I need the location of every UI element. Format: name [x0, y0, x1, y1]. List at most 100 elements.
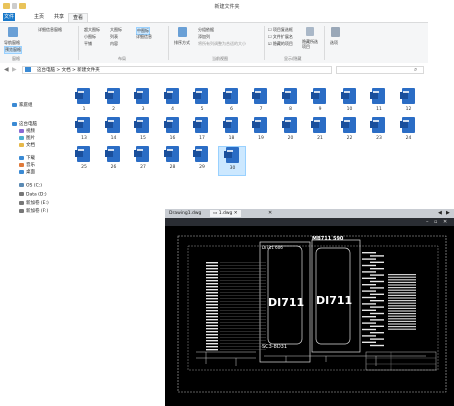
layout-large-icons[interactable]: 大图标 [110, 27, 122, 33]
file-item[interactable]: 19 [247, 117, 275, 147]
module-left-body [267, 245, 303, 345]
hide-selected-icon [306, 27, 314, 36]
file-item[interactable]: 13 [70, 117, 98, 147]
file-name: 1 [82, 107, 86, 112]
file-item[interactable]: 8 [277, 88, 305, 118]
word-document-icon [75, 146, 90, 162]
sidebar-item[interactable]: 家庭组 [12, 102, 33, 108]
add-columns-button[interactable]: 添加列 [198, 34, 210, 40]
file-extensions-toggle[interactable]: ☐ 文件扩展名 [268, 34, 293, 40]
layout-tiles[interactable]: 平铺 [84, 41, 92, 47]
file-item[interactable]: 26 [100, 146, 128, 176]
fit-columns-button[interactable]: 将所有列调整为合适的大小 [198, 41, 246, 47]
layout-content[interactable]: 内容 [110, 41, 118, 47]
file-name: 8 [289, 107, 292, 112]
sidebar-item-icon [19, 208, 24, 213]
file-item[interactable]: 14 [100, 117, 128, 147]
file-item[interactable]: 18 [218, 117, 246, 147]
file-item[interactable]: 6 [218, 88, 246, 118]
word-document-icon [104, 88, 120, 104]
back-arrow-icon[interactable]: ◀ [4, 66, 9, 73]
file-item[interactable]: 5 [188, 88, 216, 118]
word-document-icon [311, 88, 326, 104]
sidebar-item[interactable]: 下载 [19, 155, 35, 161]
file-item[interactable]: 11 [365, 88, 393, 118]
search-input[interactable] [336, 66, 424, 74]
sidebar-item[interactable]: 新加卷 (E:) [19, 200, 49, 206]
file-item[interactable]: 17 [188, 117, 216, 147]
layout-small-icons[interactable]: 小图标 [84, 34, 96, 40]
file-item[interactable]: 20 [277, 117, 305, 147]
layout-list[interactable]: 列表 [110, 34, 118, 40]
tab-home[interactable]: 主页 [30, 13, 48, 21]
sidebar-item[interactable]: 图片 [19, 135, 35, 141]
file-name: 28 [169, 165, 176, 170]
sidebar-item[interactable]: 文档 [19, 142, 35, 148]
ribbon-divider [324, 26, 325, 60]
group-label-show-hide: 显示/隐藏 [284, 56, 302, 61]
hidden-items-toggle[interactable]: ☑ 隐藏的项目 [268, 41, 293, 47]
tab-close-icon[interactable]: ✕ [268, 210, 272, 216]
layout-extra-large-icons[interactable]: 超大图标 [84, 27, 100, 33]
file-item[interactable]: 15 [129, 117, 157, 147]
file-name: 19 [258, 136, 264, 141]
file-item[interactable]: 24 [395, 117, 423, 147]
file-item[interactable]: 4 [159, 88, 187, 118]
sort-by-button[interactable]: 排序方式 [174, 40, 190, 46]
tab-scroll-right-icon[interactable]: ▶ [446, 210, 450, 216]
file-item[interactable]: 12 [395, 88, 423, 118]
tab-share[interactable]: 共享 [50, 13, 68, 21]
tab-view[interactable]: 查看 [68, 13, 89, 22]
tab-file[interactable]: 文件 [3, 13, 15, 21]
sidebar-item[interactable]: Data (D:) [19, 192, 47, 198]
sidebar-item-label: OS (C:) [26, 183, 42, 189]
file-item[interactable]: 9 [306, 88, 334, 118]
file-name: 15 [140, 136, 146, 141]
close-icon[interactable]: ✕ [443, 219, 447, 225]
file-item[interactable]: 23 [365, 117, 393, 147]
file-item[interactable]: 2 [100, 88, 128, 118]
word-document-icon [370, 88, 385, 104]
file-name: 21 [317, 136, 323, 141]
file-item[interactable]: 10 [336, 88, 364, 118]
group-label-layout: 布局 [118, 56, 126, 61]
file-item[interactable]: 30 [217, 146, 246, 176]
preview-pane-button[interactable]: 预览窗格 [4, 46, 22, 54]
address-bar[interactable]: 这台电脑 > 文档 > 新建文件夹 [22, 66, 332, 74]
forward-arrow-icon[interactable]: ▶ [12, 66, 17, 73]
cad-drawing[interactable]: DI711 606 DI711 MB711 590 DI711 SC3-8D31 [176, 234, 448, 394]
file-name: 5 [200, 107, 204, 112]
sidebar-item-label: 图片 [26, 136, 35, 141]
restore-icon[interactable]: ▫ [434, 219, 437, 225]
minimize-icon[interactable]: – [426, 219, 429, 225]
word-document-icon [281, 88, 297, 104]
file-item[interactable]: 3 [129, 88, 157, 118]
hide-selected-button[interactable]: 隐藏所选项目 [302, 39, 318, 49]
tab-dwg-1[interactable]: ▭ 1.dwg ✕ [210, 210, 241, 217]
file-item[interactable]: 28 [159, 146, 187, 176]
sidebar-item[interactable]: 这台电脑 [12, 121, 37, 127]
file-item[interactable]: 29 [188, 146, 216, 176]
sidebar-item-icon [19, 169, 24, 174]
ribbon-divider [168, 26, 169, 60]
sidebar-item[interactable]: 音乐 [19, 162, 35, 168]
file-item[interactable]: 16 [159, 117, 187, 147]
file-item[interactable]: 7 [247, 88, 275, 118]
file-item[interactable]: 27 [129, 146, 157, 176]
details-pane-button[interactable]: 详细信息窗格 [38, 27, 62, 33]
file-name: 23 [376, 136, 382, 141]
tab-scroll-left-icon[interactable]: ◀ [438, 210, 442, 216]
sidebar-item[interactable]: 桌面 [19, 169, 35, 175]
sidebar-item[interactable]: 视频 [19, 128, 35, 134]
item-checkboxes-toggle[interactable]: ☐ 项目复选框 [268, 27, 293, 33]
sidebar-item[interactable]: OS (C:) [19, 183, 42, 189]
file-item[interactable]: 21 [306, 117, 334, 147]
file-item[interactable]: 22 [336, 117, 364, 147]
layout-details[interactable]: 详细信息 [136, 34, 152, 40]
file-item[interactable]: 1 [70, 88, 98, 118]
tab-drawing1[interactable]: Drawing1.dwg [166, 210, 204, 217]
sidebar-item[interactable]: 新加卷 (F:) [19, 208, 48, 214]
file-item[interactable]: 25 [70, 146, 98, 176]
options-button[interactable]: 选项 [330, 40, 338, 46]
group-by-button[interactable]: 分组依据 [198, 27, 214, 33]
